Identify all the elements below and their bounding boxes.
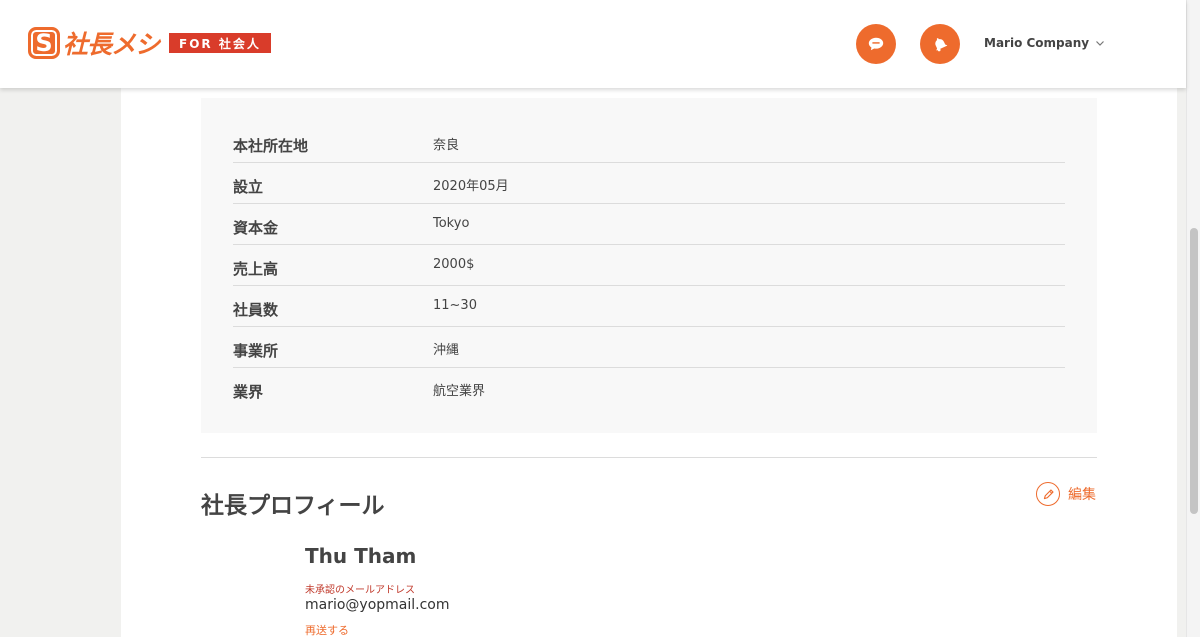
info-value: 2000$ [433,257,475,272]
chat-bubble-icon [868,37,884,51]
info-label: 本社所在地 [233,137,309,155]
logo-mark: S [28,27,60,59]
info-label: 事業所 [233,342,279,360]
bell-icon [935,38,948,52]
info-value: 2020年05月 [433,179,509,194]
info-row-sales: 売上高 2000$ [233,245,1065,286]
logo-badge: FOR 社会人 [169,33,271,53]
info-row-offices: 事業所 沖縄 [233,327,1065,368]
chevron-down-icon [1096,41,1105,46]
company-menu[interactable]: Mario Company [984,36,1105,50]
info-label: 業界 [233,383,264,401]
unverified-email-label: 未承認のメールアドレス [305,585,415,596]
top-header: S 社長メシ FOR 社会人 Mario Company [0,0,1186,88]
info-row-employees: 社員数 11~30 [233,286,1065,327]
info-value: 11~30 [433,298,477,313]
info-row-headquarters: 本社所在地 奈良 [233,122,1065,163]
profile-name: Thu Tham [305,544,417,568]
info-row-industry: 業界 航空業界 [233,368,1065,409]
resend-link[interactable]: 再送する [305,622,349,637]
notification-button[interactable] [920,24,960,64]
info-label: 設立 [233,178,264,196]
info-row-established: 設立 2020年05月 [233,163,1065,204]
scrollbar-thumb[interactable] [1190,228,1198,514]
edit-label: 編集 [1068,487,1096,503]
logo[interactable]: S 社長メシ FOR 社会人 [28,26,271,60]
info-label: 社員数 [233,301,279,319]
info-row-capital: 資本金 Tokyo [233,204,1065,245]
company-name: Mario Company [984,36,1090,50]
page-scrollbar[interactable] [1186,0,1200,637]
company-info-card: 本社所在地 奈良 設立 2020年05月 資本金 Tokyo 売上高 2000$… [201,98,1097,433]
info-label: 売上高 [233,260,279,278]
pencil-icon [1036,482,1060,506]
chat-button[interactable] [856,24,896,64]
logo-text: 社長メシ [63,30,160,59]
profile-email: mario@yopmail.com [305,597,450,613]
section-divider [201,457,1097,458]
info-value: 沖縄 [433,343,460,358]
info-value: Tokyo [433,216,470,231]
info-label: 資本金 [233,219,279,237]
info-value: 奈良 [433,138,460,153]
edit-profile-button[interactable]: 編集 [1036,482,1096,506]
main-content: 本社所在地 奈良 設立 2020年05月 資本金 Tokyo 売上高 2000$… [121,0,1177,637]
ceo-profile-title: 社長プロフィール [201,493,385,519]
info-value: 航空業界 [433,384,486,399]
